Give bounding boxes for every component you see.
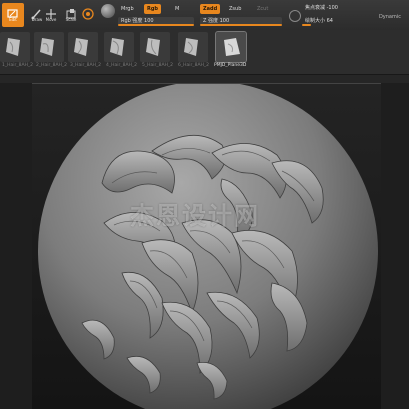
canvas-top-gap [0, 75, 409, 83]
rgb-toggle[interactable]: Rgb [144, 4, 162, 14]
brush-label-plane3d: PMJD_Plane3D [214, 63, 247, 68]
zadd-toggle[interactable]: Zadd [200, 4, 221, 14]
brush-label-1: 1_Hair_8AH_2 [2, 63, 34, 68]
z-intensity-label: Z 强度 [203, 18, 219, 24]
brush-thumb-2[interactable] [34, 32, 64, 62]
material-preview[interactable] [101, 4, 115, 18]
brush-thumb-3[interactable] [68, 32, 98, 62]
brush-shelf: 1_Hair_8AH_2 2_Hair_8AH_2 3_Hair_8AH_2 4… [0, 30, 409, 75]
draw-size-value: 64 [326, 18, 333, 24]
edit-icon [6, 5, 20, 18]
brush-thumb-plane3d[interactable] [215, 31, 247, 63]
brush-label-3: 3_Hair_8AH_2 [70, 63, 102, 68]
draw-size-label: 绘制大小 [305, 18, 326, 24]
z-intensity-slider[interactable]: Z 强度 100 [200, 17, 282, 26]
z-intensity-fill [200, 24, 282, 26]
rgb-intensity-fill [118, 24, 194, 26]
brush-thumb-5[interactable] [140, 32, 170, 62]
zsub-toggle[interactable]: Zsub [226, 4, 244, 14]
rgb-intensity-slider[interactable]: Rgb 强度 100 [118, 17, 194, 26]
focal-shift-value: -100 [326, 5, 338, 11]
zcut-toggle[interactable]: Zcut [254, 4, 271, 14]
move-icon [44, 5, 58, 19]
focal-shift-label: 焦点衰减 [305, 5, 326, 11]
brush-thumb-4[interactable] [104, 32, 134, 62]
viewport-top-edge [32, 83, 381, 84]
scale-icon [64, 5, 78, 19]
z-intensity-value: 100 [219, 18, 230, 24]
m-toggle[interactable]: M [172, 4, 182, 14]
mrgb-toggle[interactable]: Mrgb [118, 4, 137, 14]
brush-label-5: 5_Hair_8AH_2 [142, 63, 174, 68]
dynamic-toggle[interactable]: Dynamic [379, 14, 401, 20]
focal-toggle-icon[interactable] [289, 10, 301, 22]
brush-label-4: 4_Hair_8AH_2 [106, 63, 138, 68]
top-toolbar: Edit Draw Move Scale Mrgb Rgb M Zadd Zsu… [0, 0, 409, 31]
right-side-panel [381, 83, 409, 409]
rgb-intensity-value: 100 [144, 18, 154, 24]
draw-size-slider[interactable]: 绘制大小 64 [302, 17, 362, 26]
left-side-panel [0, 83, 32, 409]
brush-thumb-6[interactable] [178, 32, 208, 62]
sculpt-render [38, 83, 378, 409]
rotate-button[interactable] [78, 3, 98, 27]
edit-button[interactable]: Edit [2, 3, 24, 27]
draw-size-fill [302, 24, 311, 26]
document-viewport[interactable] [32, 83, 381, 409]
brush-thumb-1[interactable] [0, 32, 30, 62]
move-button[interactable]: Move [40, 3, 62, 27]
brush-label-2: 2_Hair_8AH_2 [36, 63, 68, 68]
watermark-text: 杰恩设计网 [130, 202, 260, 230]
rgb-intensity-label: Rgb 强度 [121, 18, 143, 24]
brush-label-6: 6_Hair_8AH_2 [178, 63, 210, 68]
focal-shift-slider[interactable]: 焦点衰减 -100 [302, 4, 362, 13]
rotate-icon [81, 5, 95, 20]
